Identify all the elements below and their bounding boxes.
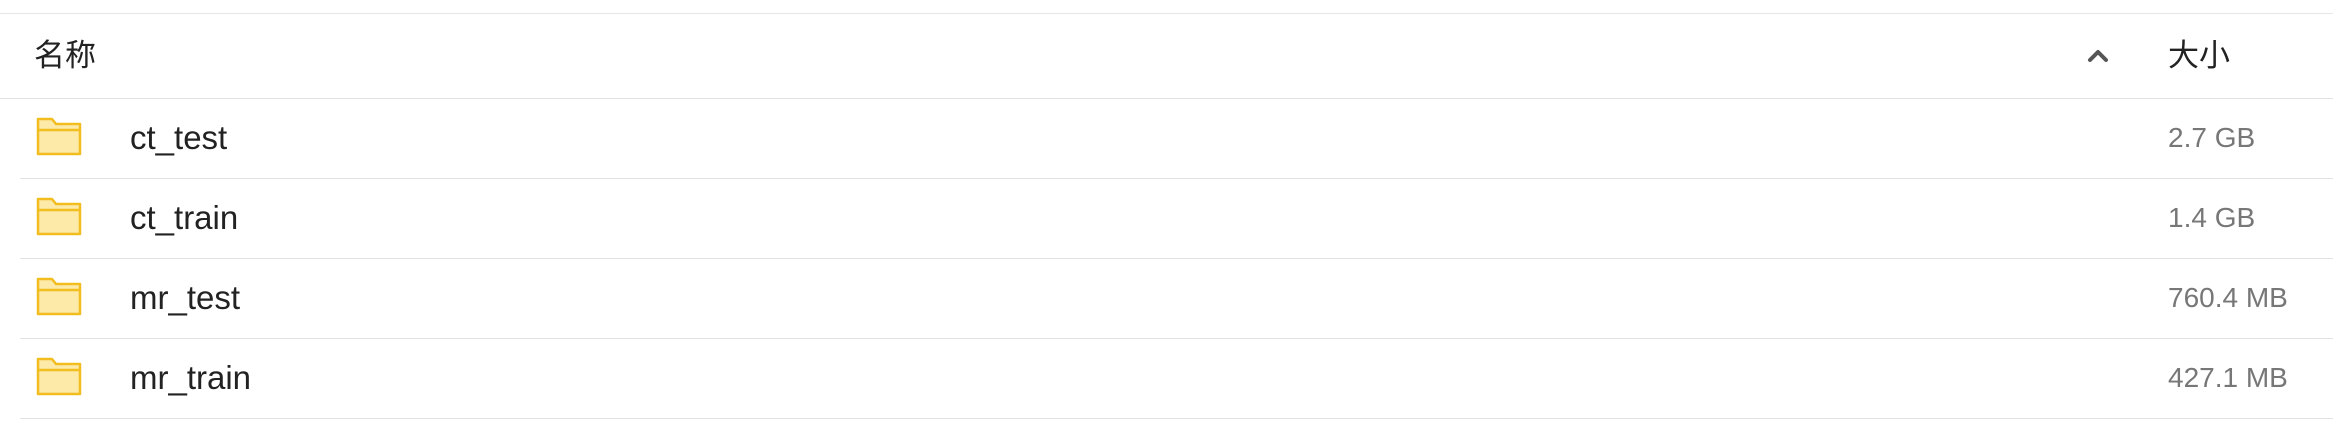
column-header-size[interactable]: 大小 [2168, 14, 2230, 99]
file-size: 760.4 MB [2168, 282, 2288, 313]
file-name[interactable]: mr_train [130, 339, 251, 419]
list-item[interactable]: mr_test 760.4 MB [20, 259, 2333, 339]
folder-icon [36, 357, 82, 396]
file-size: 427.1 MB [2168, 362, 2288, 393]
file-name[interactable]: ct_test [130, 99, 227, 179]
list-item[interactable]: mr_train 427.1 MB [20, 339, 2333, 419]
folder-icon [36, 117, 82, 156]
chevron-up-icon[interactable] [2082, 40, 2114, 72]
file-size: 1.4 GB [2168, 202, 2256, 233]
file-name[interactable]: ct_train [130, 179, 238, 259]
file-size: 2.7 GB [2168, 122, 2256, 153]
list-item[interactable]: ct_train 1.4 GB [20, 179, 2333, 259]
list-header: 名称 大小 [0, 14, 2333, 99]
file-name[interactable]: mr_test [130, 259, 240, 339]
list-item[interactable]: ct_test 2.7 GB [20, 99, 2333, 179]
folder-icon [36, 277, 82, 316]
column-header-name[interactable]: 名称 [34, 14, 96, 99]
folder-icon [36, 197, 82, 236]
